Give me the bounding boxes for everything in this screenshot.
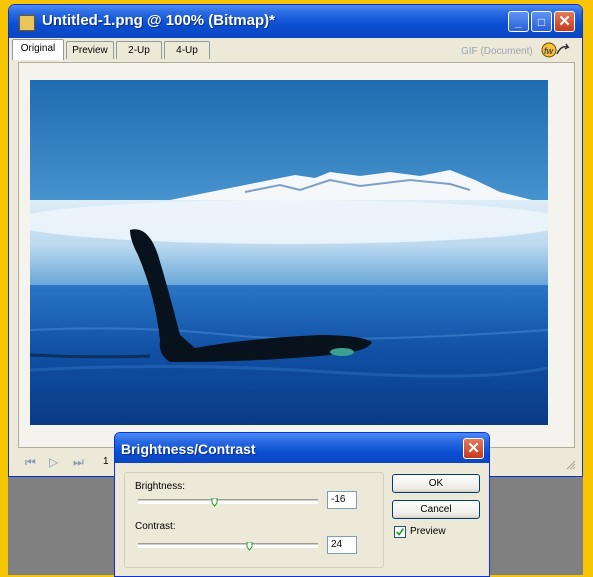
- dialog-title: Brightness/Contrast: [121, 441, 256, 457]
- brightness-slider-thumb[interactable]: [211, 498, 218, 507]
- window-title: Untitled-1.png @ 100% (Bitmap)*: [42, 12, 275, 29]
- ok-button[interactable]: OK: [392, 474, 480, 493]
- minimize-button[interactable]: _: [508, 11, 529, 32]
- tab-4up[interactable]: 4-Up: [164, 41, 210, 59]
- preview-label[interactable]: Preview: [410, 526, 446, 537]
- last-frame-icon[interactable]: ⏭: [73, 455, 84, 470]
- contrast-value-input[interactable]: 24: [327, 536, 357, 554]
- tab-original[interactable]: Original: [12, 39, 64, 60]
- frame-number: 1: [103, 456, 109, 467]
- tab-preview[interactable]: Preview: [66, 41, 114, 59]
- brightness-slider-track[interactable]: [138, 499, 318, 504]
- export-wizard-icon[interactable]: fw: [541, 42, 571, 58]
- checkmark-icon: [396, 528, 405, 536]
- brightness-label: Brightness:: [135, 481, 186, 492]
- export-format-label: GIF (Document): [461, 46, 533, 57]
- first-frame-icon[interactable]: ⏮: [25, 455, 36, 470]
- dialog-titlebar[interactable]: Brightness/Contrast ✕: [115, 433, 489, 463]
- contrast-slider-track[interactable]: [138, 543, 318, 548]
- view-tabbar: Original Preview 2-Up 4-Up GIF (Document…: [9, 38, 582, 60]
- tab-2up[interactable]: 2-Up: [116, 41, 162, 59]
- document-icon: [19, 15, 35, 31]
- cancel-button[interactable]: Cancel: [392, 500, 480, 519]
- window-titlebar[interactable]: Untitled-1.png @ 100% (Bitmap)* _ □ ✕: [9, 5, 582, 38]
- play-icon[interactable]: ▷: [49, 455, 58, 469]
- brightness-value-input[interactable]: -16: [327, 491, 357, 509]
- preview-checkbox[interactable]: [394, 526, 406, 538]
- resize-grip-icon[interactable]: [566, 460, 576, 470]
- svg-text:fw: fw: [544, 46, 554, 56]
- contrast-slider-thumb[interactable]: [246, 542, 253, 551]
- orca-photo: [30, 80, 548, 425]
- maximize-button[interactable]: □: [531, 11, 552, 32]
- contrast-label: Contrast:: [135, 521, 176, 532]
- brightness-contrast-dialog: Brightness/Contrast ✕ Brightness: -16 Co…: [114, 432, 490, 577]
- close-button[interactable]: ✕: [554, 11, 575, 32]
- dialog-close-button[interactable]: ✕: [463, 438, 484, 459]
